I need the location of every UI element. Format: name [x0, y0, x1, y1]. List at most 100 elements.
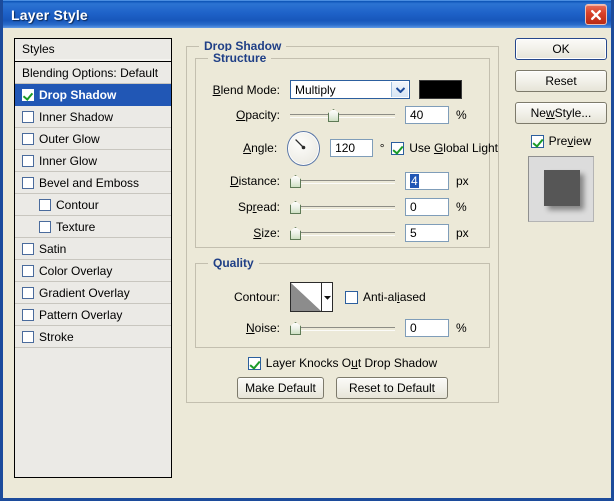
- style-checkbox[interactable]: [22, 110, 34, 123]
- noise-slider-thumb[interactable]: [290, 322, 301, 335]
- anti-aliased-checkbox[interactable]: Anti-aliased: [345, 290, 426, 304]
- use-global-light-checkbox[interactable]: Use Global Light: [391, 141, 498, 155]
- spread-unit: %: [456, 200, 467, 214]
- blend-mode-select[interactable]: Multiply: [290, 80, 410, 99]
- size-input[interactable]: 5: [405, 224, 449, 242]
- style-item-outer-glow[interactable]: Outer Glow: [15, 128, 171, 150]
- style-item-label: Drop Shadow: [39, 87, 117, 102]
- style-item-label: Outer Glow: [39, 131, 100, 146]
- style-checkbox[interactable]: [22, 88, 34, 101]
- style-item-label: Pattern Overlay: [39, 307, 123, 322]
- preview-checkbox-wrap: Preview: [515, 134, 607, 148]
- styles-header: Styles: [15, 39, 171, 62]
- style-item-bevel-and-emboss[interactable]: Bevel and Emboss: [15, 172, 171, 194]
- style-item-blending-options[interactable]: Blending Options: Default: [15, 62, 171, 84]
- spread-slider[interactable]: [290, 200, 395, 214]
- style-checkbox[interactable]: [39, 220, 51, 233]
- style-item-label: Inner Shadow: [39, 109, 114, 124]
- chevron-down-icon[interactable]: [322, 283, 332, 311]
- angle-dial[interactable]: [286, 130, 321, 166]
- style-checkbox[interactable]: [22, 330, 34, 343]
- distance-unit: px: [456, 174, 469, 188]
- preview-checkbox[interactable]: Preview: [530, 134, 592, 148]
- title-bar[interactable]: Layer Style: [3, 0, 611, 28]
- spread-slider-thumb[interactable]: [290, 201, 301, 214]
- style-checkbox[interactable]: [39, 198, 51, 211]
- angle-input[interactable]: 120: [330, 139, 373, 157]
- spread-label: Spread:: [237, 200, 280, 214]
- close-button[interactable]: [585, 4, 607, 25]
- spread-row: Spread: 0 %: [208, 198, 488, 216]
- style-checkbox[interactable]: [22, 286, 34, 299]
- ok-button[interactable]: OK: [515, 38, 607, 60]
- opacity-input[interactable]: 40: [405, 106, 449, 124]
- style-item-label: Color Overlay: [39, 263, 113, 278]
- style-item-gradient-overlay[interactable]: Gradient Overlay: [15, 282, 171, 304]
- styles-list-panel: Styles Blending Options: Default Drop Sh…: [14, 38, 172, 478]
- distance-input[interactable]: 4: [405, 172, 449, 190]
- opacity-row: Opacity: 40 %: [208, 106, 488, 124]
- drop-shadow-footer: Layer Knocks Out Drop Shadow Make Defaul…: [186, 356, 499, 399]
- style-item-label: Inner Glow: [39, 153, 98, 168]
- style-item-pattern-overlay[interactable]: Pattern Overlay: [15, 304, 171, 326]
- style-checkbox[interactable]: [22, 154, 34, 167]
- reset-button[interactable]: Reset: [515, 70, 607, 92]
- preview-shape: [544, 170, 580, 206]
- quality-group-title: Quality: [208, 256, 259, 270]
- angle-label: Angle:: [243, 141, 278, 155]
- contour-row: Contour: Anti-aliased: [208, 281, 488, 313]
- contour-curve-thumbnail: [291, 283, 323, 311]
- close-icon: [591, 10, 601, 20]
- style-preview-thumbnail: [528, 156, 594, 222]
- layer-knocks-out-label: Layer Knocks Out Drop Shadow: [265, 356, 438, 370]
- noise-row: Noise: 0 %: [208, 319, 488, 337]
- style-item-label: Texture: [56, 219, 96, 234]
- style-item-satin[interactable]: Satin: [15, 238, 171, 260]
- noise-label: Noise:: [245, 321, 280, 335]
- opacity-slider[interactable]: [290, 108, 395, 122]
- style-item-stroke[interactable]: Stroke: [15, 326, 171, 348]
- opacity-label: Opacity:: [235, 108, 280, 122]
- action-buttons-panel: OK Reset Ne w Style... Preview: [515, 38, 607, 222]
- blend-mode-label: Blend Mode:: [212, 82, 280, 97]
- style-item-color-overlay[interactable]: Color Overlay: [15, 260, 171, 282]
- spread-input[interactable]: 0: [405, 198, 449, 216]
- size-slider[interactable]: [290, 226, 395, 240]
- reset-to-default-button[interactable]: Reset to Default: [336, 377, 448, 399]
- contour-preset-picker[interactable]: [290, 282, 333, 312]
- size-slider-thumb[interactable]: [290, 227, 301, 240]
- distance-slider[interactable]: [290, 174, 395, 188]
- distance-label: Distance:: [229, 174, 280, 188]
- style-item-inner-glow[interactable]: Inner Glow: [15, 150, 171, 172]
- noise-unit: %: [456, 321, 467, 335]
- opacity-slider-thumb[interactable]: [328, 109, 339, 122]
- style-item-label: Stroke: [39, 329, 74, 344]
- use-global-light-label: Use Global Light: [409, 141, 499, 155]
- anti-aliased-label: Anti-aliased: [363, 290, 426, 304]
- layer-knocks-out-checkbox[interactable]: Layer Knocks Out Drop Shadow: [247, 356, 438, 370]
- contour-label: Contour:: [233, 290, 280, 304]
- style-checkbox[interactable]: [22, 264, 34, 277]
- style-checkbox[interactable]: [22, 308, 34, 321]
- style-checkbox[interactable]: [22, 176, 34, 189]
- distance-row: Distance: 4 px: [208, 172, 488, 190]
- angle-unit: °: [379, 141, 385, 155]
- style-checkbox[interactable]: [22, 132, 34, 145]
- style-item-drop-shadow[interactable]: Drop Shadow: [15, 84, 171, 106]
- angle-row: Angle: 120 ° Use Global Light: [208, 130, 498, 166]
- size-unit: px: [456, 226, 469, 240]
- shadow-color-swatch[interactable]: [419, 80, 462, 99]
- make-default-button[interactable]: Make Default: [237, 377, 324, 399]
- preview-label: Preview: [548, 134, 592, 148]
- distance-slider-thumb[interactable]: [290, 175, 301, 188]
- new-style-button[interactable]: Ne w Style...: [515, 102, 607, 124]
- style-item-inner-shadow[interactable]: Inner Shadow: [15, 106, 171, 128]
- chevron-down-icon[interactable]: [391, 82, 408, 97]
- style-item-contour[interactable]: Contour: [15, 194, 171, 216]
- opacity-unit: %: [456, 108, 467, 122]
- style-checkbox[interactable]: [22, 242, 34, 255]
- noise-slider[interactable]: [290, 321, 395, 335]
- size-label: Size:: [253, 226, 280, 240]
- style-item-texture[interactable]: Texture: [15, 216, 171, 238]
- noise-input[interactable]: 0: [405, 319, 449, 337]
